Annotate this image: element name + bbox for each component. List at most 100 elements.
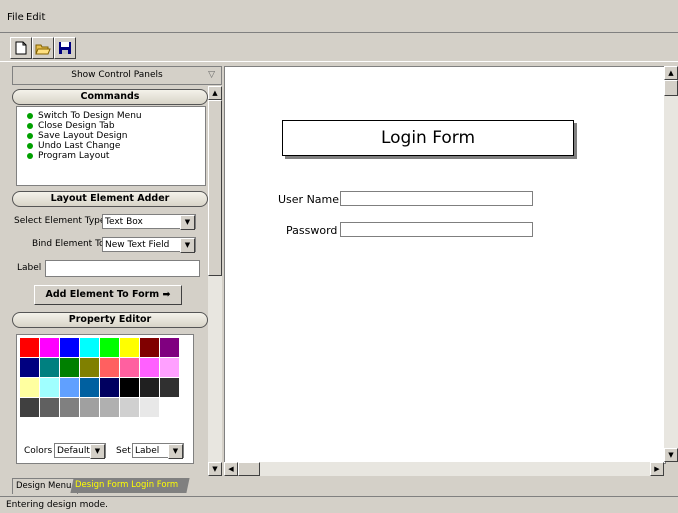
dropdown-arrow-icon[interactable]: ▼ — [90, 444, 105, 459]
command-program-layout[interactable]: Program Layout — [27, 151, 109, 161]
canvas-scrollbar[interactable]: ▲ ▼ — [664, 66, 678, 462]
color-swatch[interactable] — [120, 358, 139, 377]
save-disk-icon — [59, 42, 71, 54]
canvas-hscroll-thumb[interactable] — [238, 462, 260, 476]
color-swatch[interactable] — [140, 398, 159, 417]
scroll-down-arrow-icon[interactable]: ▼ — [664, 448, 678, 462]
color-swatch[interactable] — [120, 398, 139, 417]
color-swatch[interactable] — [60, 398, 79, 417]
menu-bar: File Edit — [0, 0, 678, 33]
color-swatch[interactable] — [60, 338, 79, 357]
color-swatch[interactable] — [140, 358, 159, 377]
commands-header[interactable]: Commands — [12, 89, 208, 105]
canvas-hscrollbar[interactable]: ◀ — [224, 462, 664, 476]
command-switch-to-design-menu[interactable]: Switch To Design Menu — [27, 111, 142, 121]
colors-select[interactable]: Default ▼ — [54, 443, 106, 459]
color-swatch[interactable] — [100, 338, 119, 357]
color-swatch[interactable] — [160, 378, 179, 397]
tab-design-menu[interactable]: Design Menu — [12, 478, 78, 494]
scroll-down-arrow-icon[interactable]: ▼ — [208, 462, 222, 476]
new-file-button[interactable] — [10, 37, 32, 59]
color-swatch[interactable] — [40, 378, 59, 397]
color-swatch[interactable] — [40, 398, 59, 417]
layout-element-adder-header[interactable]: Layout Element Adder — [12, 191, 208, 207]
command-close-design-tab[interactable]: Close Design Tab — [27, 121, 115, 131]
color-swatch[interactable] — [80, 398, 99, 417]
color-swatch[interactable] — [80, 378, 99, 397]
select-element-type-label: Select Element Type — [14, 216, 106, 226]
dropdown-arrow-icon[interactable]: ▼ — [180, 215, 195, 230]
command-save-layout-design[interactable]: Save Layout Design — [27, 131, 127, 141]
color-swatch[interactable] — [80, 358, 99, 377]
menu-edit[interactable]: Edit — [26, 12, 45, 23]
element-type-value: Text Box — [105, 217, 143, 227]
colors-value: Default — [57, 446, 90, 456]
new-file-icon — [15, 41, 27, 55]
username-input[interactable] — [340, 191, 533, 206]
color-swatch[interactable] — [100, 398, 119, 417]
collapse-triangle-icon[interactable]: ▽ — [208, 67, 215, 84]
color-swatch[interactable] — [80, 338, 99, 357]
password-label[interactable]: Password — [286, 224, 337, 237]
color-swatch[interactable] — [40, 338, 59, 357]
property-editor-header[interactable]: Property Editor — [12, 312, 208, 328]
color-swatch[interactable] — [60, 378, 79, 397]
scroll-right-arrow-icon[interactable]: ▶ — [650, 462, 664, 476]
color-swatch[interactable] — [40, 358, 59, 377]
color-swatch[interactable] — [160, 398, 179, 417]
scroll-left-arrow-icon[interactable]: ◀ — [224, 462, 238, 476]
color-swatch[interactable] — [140, 378, 159, 397]
menu-file[interactable]: File — [7, 12, 24, 23]
color-swatch[interactable] — [100, 358, 119, 377]
canvas-scroll-thumb[interactable] — [664, 80, 678, 96]
show-control-panels-bar[interactable]: Show Control Panels ▽ — [12, 66, 222, 85]
color-swatch[interactable] — [100, 378, 119, 397]
dropdown-arrow-icon[interactable]: ▼ — [180, 238, 195, 253]
label-input[interactable] — [45, 260, 200, 277]
color-swatch[interactable] — [20, 338, 39, 357]
color-swatch[interactable] — [120, 378, 139, 397]
toolbar — [0, 33, 678, 62]
color-swatch[interactable] — [20, 398, 39, 417]
set-select[interactable]: Label ▼ — [132, 443, 184, 459]
add-element-label: Add Element To Form — [45, 289, 160, 300]
color-swatch[interactable] — [20, 378, 39, 397]
bind-element-value: New Text Field — [105, 240, 170, 250]
command-label: Switch To Design Menu — [38, 111, 142, 121]
add-element-to-form-button[interactable]: Add Element To Form ➡ — [34, 285, 182, 305]
color-swatch[interactable] — [160, 358, 179, 377]
commands-list: Switch To Design Menu Close Design Tab S… — [16, 106, 206, 186]
label-field-label: Label — [17, 263, 42, 273]
open-folder-icon — [35, 44, 51, 54]
color-swatch[interactable] — [20, 358, 39, 377]
username-label[interactable]: User Name — [278, 193, 339, 206]
scroll-up-arrow-icon[interactable]: ▲ — [664, 66, 678, 80]
tab-design-form-login-form[interactable]: Design Form Login Form — [70, 478, 190, 493]
dropdown-arrow-icon[interactable]: ▼ — [168, 444, 183, 459]
color-swatch[interactable] — [160, 338, 179, 357]
open-file-button[interactable] — [32, 37, 54, 59]
password-input[interactable] — [340, 222, 533, 237]
command-undo-last-change[interactable]: Undo Last Change — [27, 141, 120, 151]
command-label: Close Design Tab — [38, 121, 115, 131]
bullet-icon — [27, 133, 33, 139]
element-type-select[interactable]: Text Box ▼ — [102, 214, 196, 230]
color-swatch[interactable] — [140, 338, 159, 357]
bullet-icon — [27, 123, 33, 129]
colors-label: Colors — [24, 446, 53, 456]
command-label: Undo Last Change — [38, 141, 121, 151]
right-arrow-icon: ➡ — [162, 289, 171, 300]
status-bar: Entering design mode. — [0, 496, 678, 512]
panel-scroll-thumb[interactable] — [208, 100, 222, 276]
set-value: Label — [135, 446, 160, 456]
tab-label: Design Form Login Form — [75, 480, 179, 490]
color-swatch[interactable] — [60, 358, 79, 377]
panel-scrollbar[interactable]: ▲ — [208, 86, 222, 462]
bullet-icon — [27, 153, 33, 159]
color-swatch[interactable] — [120, 338, 139, 357]
bind-element-select[interactable]: New Text Field ▼ — [102, 237, 196, 253]
form-title[interactable]: Login Form — [282, 120, 574, 156]
scroll-up-arrow-icon[interactable]: ▲ — [208, 86, 222, 100]
bullet-icon — [27, 113, 33, 119]
save-file-button[interactable] — [54, 37, 76, 59]
